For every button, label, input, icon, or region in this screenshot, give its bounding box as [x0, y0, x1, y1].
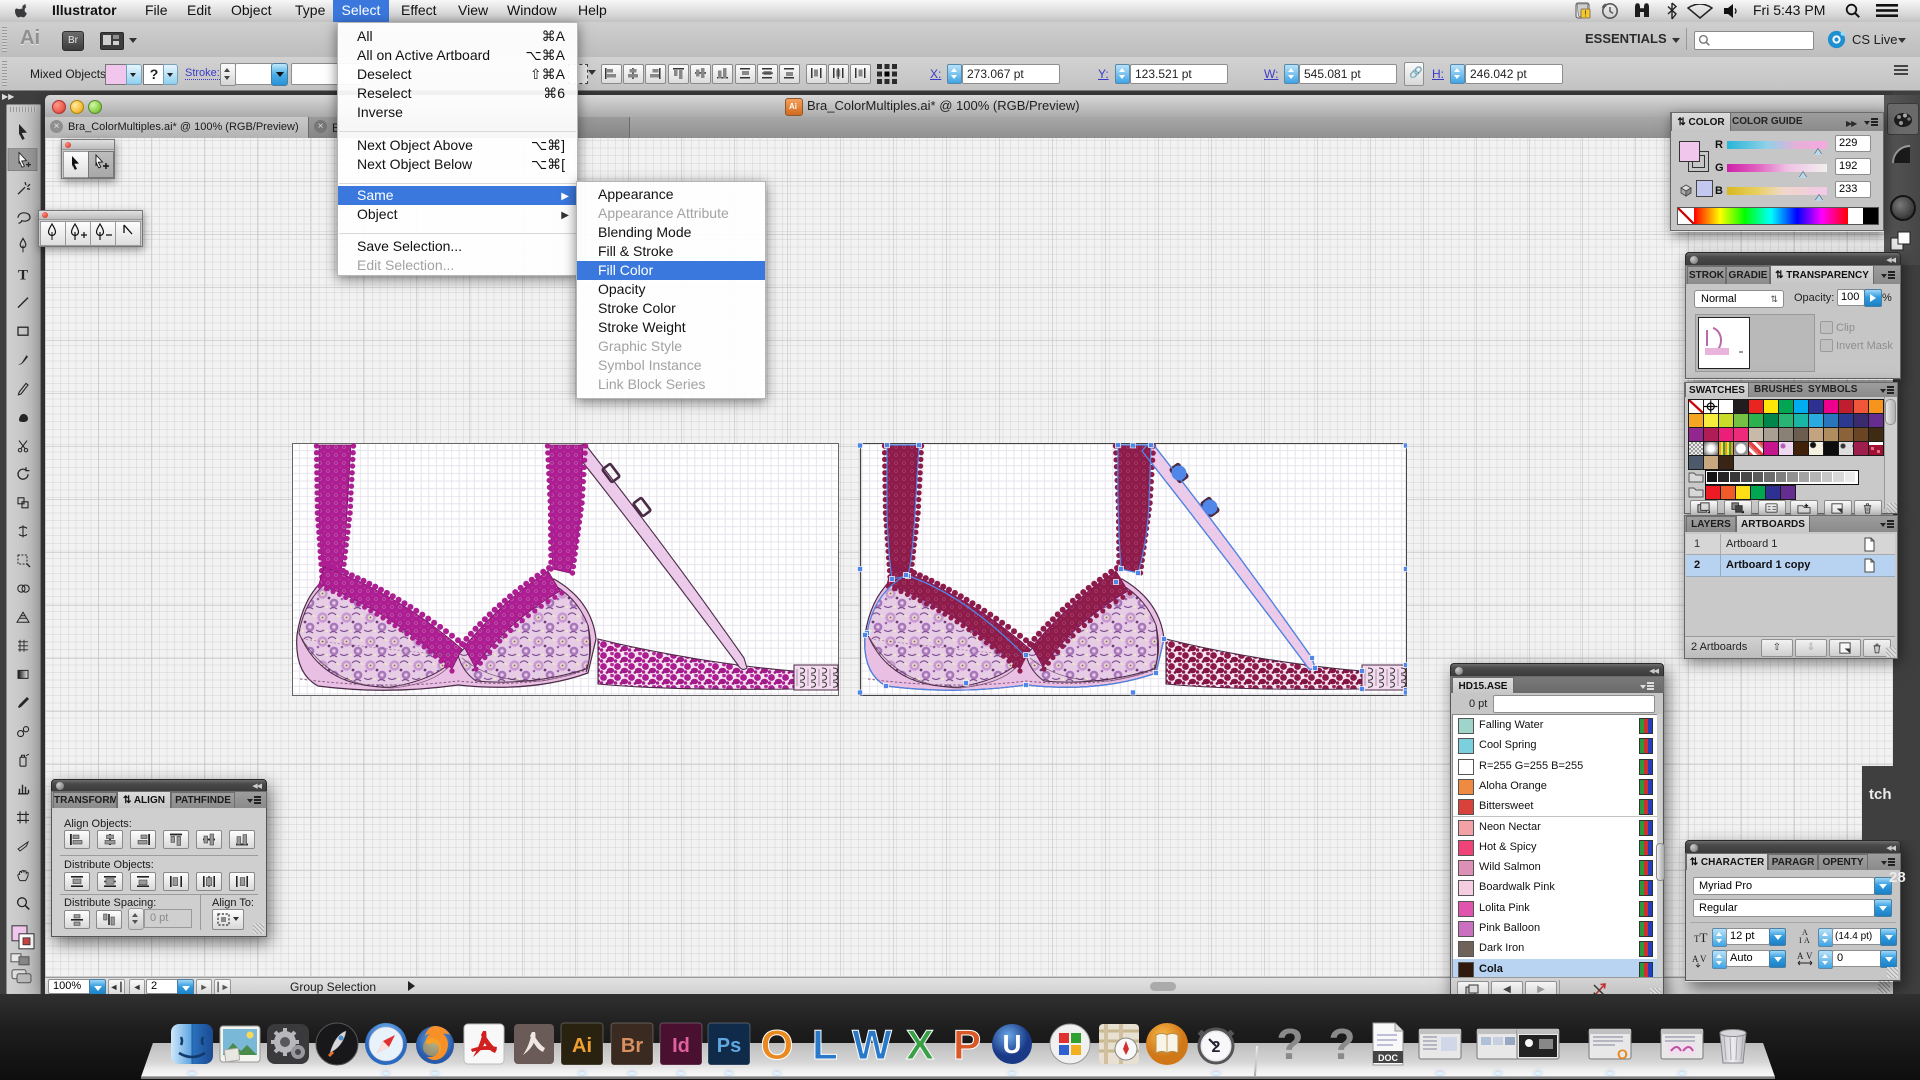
- svg-text:DOC: DOC: [1378, 1053, 1399, 1063]
- svg-text:T: T: [18, 268, 28, 284]
- svg-text:O: O: [761, 1021, 794, 1067]
- svg-text:A: A: [1692, 954, 1699, 964]
- svg-text:?: ?: [1277, 1021, 1304, 1067]
- svg-text:P: P: [953, 1021, 981, 1067]
- svg-text:!: !: [1584, 10, 1586, 19]
- svg-text:V: V: [1700, 954, 1707, 964]
- svg-text:Br: Br: [621, 1035, 643, 1057]
- svg-text:Id: Id: [672, 1035, 690, 1057]
- svg-text:A: A: [1804, 936, 1810, 945]
- svg-text:L: L: [812, 1021, 838, 1067]
- svg-text:W: W: [852, 1021, 892, 1067]
- svg-text:X: X: [906, 1021, 934, 1067]
- svg-text:U: U: [1003, 1029, 1022, 1059]
- svg-text:Ai: Ai: [572, 1035, 592, 1057]
- svg-text:V: V: [1806, 951, 1813, 961]
- svg-text:?: ?: [1329, 1021, 1356, 1067]
- svg-text:I: I: [1799, 936, 1802, 945]
- svg-text:Ps: Ps: [717, 1035, 741, 1057]
- svg-text:A: A: [1797, 951, 1804, 961]
